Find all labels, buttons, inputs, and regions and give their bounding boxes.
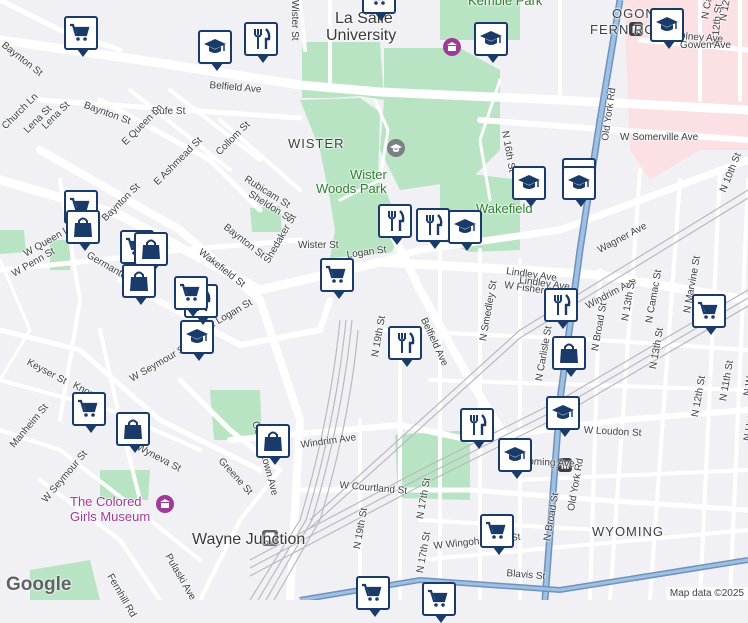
graduation-cap-icon — [568, 175, 590, 189]
graduation-cap-icon — [552, 405, 574, 419]
fork-knife-marker[interactable] — [416, 208, 450, 249]
graduation-cap-marker[interactable] — [562, 166, 596, 207]
fork-knife-marker[interactable] — [460, 408, 494, 449]
shopping-cart-marker[interactable] — [356, 576, 390, 617]
graduation-cap-marker[interactable] — [180, 320, 214, 361]
fork-knife-icon — [388, 210, 405, 231]
fork-knife-marker[interactable] — [388, 326, 422, 367]
shopping-bag-icon — [142, 239, 160, 259]
subway-station-icon[interactable]: M — [629, 22, 643, 36]
map-canvas[interactable]: M M — [0, 0, 748, 600]
graduation-cap-marker[interactable] — [546, 396, 580, 437]
shopping-cart-marker[interactable] — [480, 514, 514, 555]
graduation-cap-icon — [204, 39, 226, 53]
graduation-cap-marker[interactable] — [448, 210, 482, 251]
shopping-cart-icon — [698, 301, 718, 319]
shopping-cart-marker[interactable] — [320, 258, 354, 299]
graduation-cap-icon — [656, 17, 678, 31]
shopping-bag-icon — [264, 431, 282, 451]
shopping-bag-marker[interactable] — [116, 412, 150, 453]
shopping-bag-marker[interactable] — [122, 264, 156, 305]
shopping-cart-marker[interactable] — [64, 16, 98, 57]
museum-poi-icon[interactable] — [443, 38, 461, 56]
sports-field — [390, 55, 430, 108]
shopping-cart-icon — [362, 583, 382, 601]
graduation-cap-icon — [518, 175, 540, 189]
graduation-cap-icon — [454, 219, 476, 233]
wyoming-subway-icon[interactable]: M — [558, 458, 572, 472]
small-park-2 — [0, 230, 26, 254]
shopping-cart-icon — [373, 0, 385, 5]
fork-knife-icon — [254, 28, 271, 49]
shopping-cart-marker[interactable] — [362, 0, 396, 21]
shopping-cart-icon — [70, 23, 90, 41]
fork-knife-marker[interactable] — [244, 22, 278, 63]
school-poi-icon[interactable] — [387, 139, 405, 157]
fork-knife-marker[interactable] — [544, 288, 578, 329]
shopping-cart-marker[interactable] — [692, 294, 726, 335]
shopping-cart-icon — [428, 589, 448, 607]
graduation-cap-marker[interactable] — [650, 8, 684, 49]
shopping-bag-icon — [74, 217, 92, 237]
fork-knife-icon — [398, 332, 415, 353]
graduation-cap-icon — [504, 447, 526, 461]
fork-knife-icon — [554, 294, 571, 315]
small-park-1 — [250, 206, 282, 232]
shopping-bag-marker[interactable] — [256, 424, 290, 465]
shopping-bag-marker[interactable] — [134, 232, 168, 273]
colored-girls-museum-icon[interactable] — [156, 495, 174, 513]
google-logo[interactable]: Google — [6, 574, 71, 596]
graduation-cap-marker[interactable] — [512, 166, 546, 207]
graduation-cap-icon — [186, 329, 208, 343]
fork-knife-icon — [470, 414, 487, 435]
shopping-bag-icon — [560, 343, 578, 363]
fork-knife-marker[interactable] — [378, 204, 412, 245]
shopping-cart-icon — [326, 265, 346, 283]
shopping-cart-marker[interactable] — [422, 582, 456, 623]
shopping-bag-marker[interactable] — [66, 210, 100, 251]
svg-text:M: M — [561, 461, 569, 472]
train-station-icon[interactable] — [262, 530, 278, 546]
shopping-cart-marker[interactable] — [72, 392, 106, 433]
graduation-cap-marker[interactable] — [474, 22, 508, 63]
shopping-bag-marker[interactable] — [552, 336, 586, 377]
shopping-bag-icon — [130, 271, 148, 291]
graduation-cap-icon — [480, 31, 502, 45]
graduation-cap-marker[interactable] — [198, 30, 232, 71]
shopping-cart-marker[interactable] — [174, 276, 208, 317]
map-attribution[interactable]: Map data ©2025 — [665, 587, 748, 600]
shopping-cart-icon — [78, 399, 98, 417]
fork-knife-icon — [426, 214, 443, 235]
shopping-bag-icon — [124, 419, 142, 439]
graduation-cap-marker[interactable] — [498, 438, 532, 479]
shopping-cart-icon — [486, 521, 506, 539]
shopping-cart-icon — [180, 283, 200, 301]
svg-text:M: M — [632, 25, 640, 36]
